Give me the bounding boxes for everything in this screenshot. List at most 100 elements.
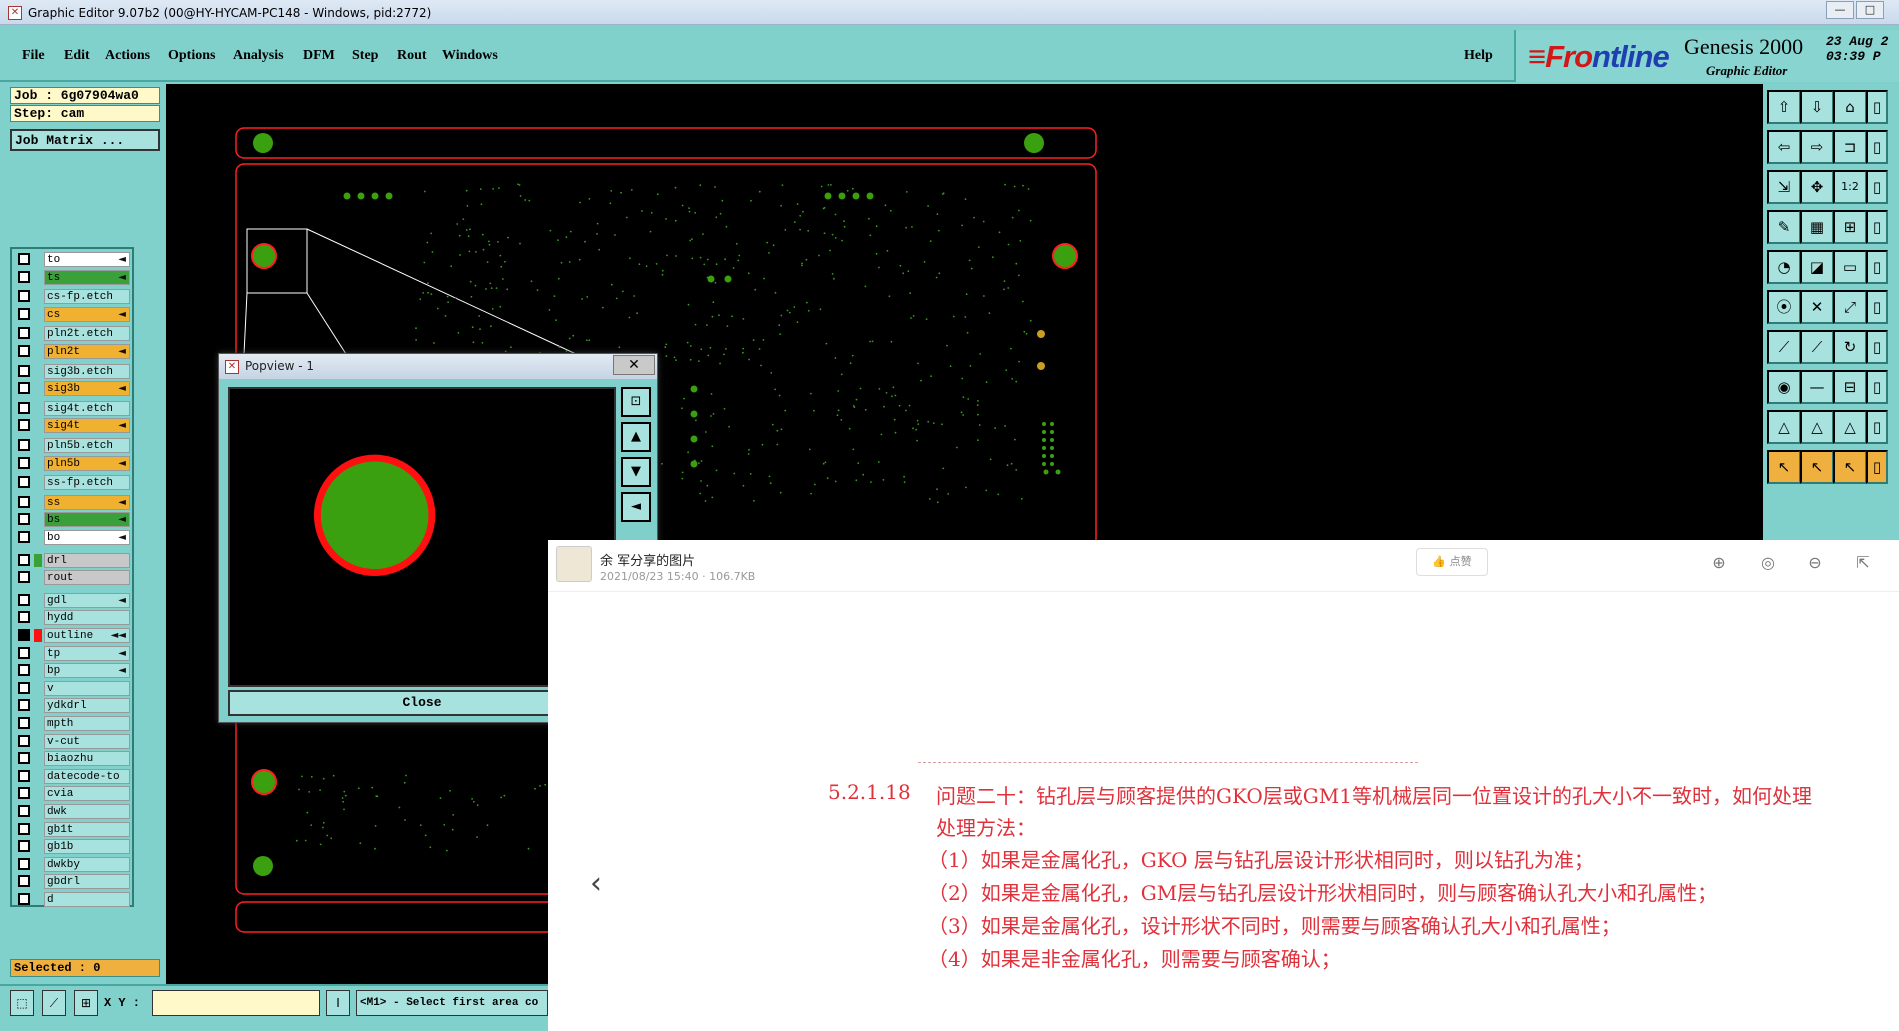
more-icon[interactable]: ▯: [1866, 410, 1888, 444]
select-box-icon[interactable]: ↖: [1800, 450, 1834, 484]
layer-row[interactable]: cs ◄: [15, 306, 133, 322]
layer-row[interactable]: cs-fp.etch: [15, 289, 133, 305]
more-icon[interactable]: ▯: [1866, 450, 1888, 484]
popview-close-icon[interactable]: ✕: [613, 355, 655, 375]
menu-edit[interactable]: Edit: [64, 48, 90, 64]
zoom-out-icon[interactable]: ⊖: [1804, 552, 1826, 574]
snap-icon[interactable]: ⊞: [1833, 210, 1867, 244]
more-icon[interactable]: ▯: [1866, 370, 1888, 404]
layer-checkbox[interactable]: [18, 593, 30, 606]
maximize-icon[interactable]: □: [1856, 1, 1884, 19]
layer-checkbox[interactable]: [18, 664, 30, 677]
layer-checkbox[interactable]: [18, 327, 30, 340]
triangle-icon[interactable]: △: [1767, 410, 1801, 444]
grid-icon[interactable]: ▦: [1800, 210, 1834, 244]
minimize-icon[interactable]: —: [1826, 1, 1854, 19]
layer-checkbox[interactable]: [18, 364, 30, 377]
pen-icon[interactable]: ✎: [1767, 210, 1801, 244]
pan-icon[interactable]: ✥: [1800, 170, 1834, 204]
flip-icon[interactable]: ◪: [1800, 250, 1834, 284]
layer-checkbox[interactable]: [18, 476, 30, 489]
layer-checkbox[interactable]: [18, 290, 30, 303]
layer-checkbox[interactable]: [18, 699, 30, 712]
delete-icon[interactable]: ✕: [1800, 290, 1834, 324]
triangle-icon[interactable]: △: [1800, 410, 1834, 444]
layer-checkbox[interactable]: [18, 439, 30, 451]
layer-row[interactable]: sig3b ◄: [15, 381, 133, 397]
pan-right-icon[interactable]: ⇨: [1800, 130, 1834, 164]
layer-row[interactable]: sig3b.etch: [15, 363, 133, 379]
layer-row[interactable]: ydkdrl: [15, 698, 133, 714]
more-icon[interactable]: ▯: [1866, 130, 1888, 164]
layer-checkbox[interactable]: [18, 401, 30, 414]
layer-row[interactable]: pln2t ◄: [15, 344, 133, 359]
layer-checkbox[interactable]: [18, 495, 30, 508]
layer-checkbox[interactable]: [18, 805, 30, 817]
layer-up-icon[interactable]: ⇧: [1767, 90, 1801, 124]
layer-row[interactable]: hydd: [15, 610, 133, 626]
layer-row[interactable]: gb1b: [15, 839, 133, 855]
layer-row[interactable]: bs ◄: [15, 512, 133, 528]
popview-pan-up-icon[interactable]: ▲: [621, 422, 651, 452]
layer-row[interactable]: cvia: [15, 786, 133, 802]
layer-row[interactable]: mpth: [15, 716, 133, 731]
avatar[interactable]: [556, 546, 592, 582]
more-icon[interactable]: ▯: [1866, 90, 1888, 124]
layer-checkbox[interactable]: [18, 646, 30, 659]
grid-icon[interactable]: ⊞: [74, 990, 98, 1016]
measure-icon[interactable]: ◔: [1767, 250, 1801, 284]
like-button[interactable]: 👍 点赞: [1416, 548, 1488, 576]
original-size-icon[interactable]: ◎: [1757, 552, 1779, 574]
layer-row[interactable]: biaozhu: [15, 751, 133, 767]
pan-left-icon[interactable]: ⇦: [1767, 130, 1801, 164]
layer-checkbox[interactable]: [18, 857, 30, 870]
pad-icon[interactable]: ◉: [1767, 370, 1801, 404]
layer-row[interactable]: sig4t ◄: [15, 418, 133, 434]
layer-checkbox[interactable]: [18, 553, 30, 566]
layer-row[interactable]: ts ◄: [15, 269, 133, 285]
popview-pan-down-icon[interactable]: ▼: [621, 457, 651, 487]
move-icon[interactable]: ⤢: [1833, 290, 1867, 324]
popview-pan-left-icon[interactable]: ◄: [621, 492, 651, 522]
fit-icon[interactable]: ⊐: [1833, 130, 1867, 164]
previous-image-icon[interactable]: ‹: [590, 866, 602, 901]
layer-row[interactable]: gbdrl: [15, 874, 133, 890]
home-icon[interactable]: ⌂: [1833, 90, 1867, 124]
layer-row[interactable]: d: [15, 892, 133, 907]
layer-checkbox[interactable]: [18, 611, 30, 624]
layer-row[interactable]: datecode-to: [15, 768, 133, 784]
layer-checkbox[interactable]: [18, 840, 30, 853]
layer-row[interactable]: bp ◄: [15, 663, 133, 679]
layer-checkbox[interactable]: [18, 513, 30, 526]
layer-down-icon[interactable]: ⇩: [1800, 90, 1834, 124]
layer-row[interactable]: pln5b.etch: [15, 438, 133, 453]
layer-checkbox[interactable]: [18, 752, 30, 765]
layer-row[interactable]: v: [15, 680, 133, 696]
more-icon[interactable]: ▯: [1866, 330, 1888, 364]
select-icon[interactable]: ↖: [1767, 450, 1801, 484]
menu-analysis[interactable]: Analysis: [233, 48, 284, 64]
net-icon[interactable]: ⦿: [1767, 290, 1801, 324]
layer-checkbox[interactable]: [18, 456, 30, 469]
triangle-icon[interactable]: △: [1833, 410, 1867, 444]
layer-row[interactable]: dwk: [15, 804, 133, 819]
dash-icon[interactable]: —: [1800, 370, 1834, 404]
layer-row[interactable]: v-cut: [15, 733, 133, 749]
layer-row[interactable]: tp ◄: [15, 645, 133, 661]
job-matrix-button[interactable]: Job Matrix ...: [10, 129, 160, 151]
menu-actions[interactable]: Actions: [105, 48, 150, 64]
layer-row[interactable]: drl: [15, 552, 133, 568]
layer-row[interactable]: sig4t.etch: [15, 400, 133, 416]
more-icon[interactable]: ▯: [1866, 290, 1888, 324]
layer-checkbox[interactable]: [18, 717, 30, 729]
layer-checkbox[interactable]: [18, 531, 30, 543]
layer-checkbox[interactable]: [18, 270, 30, 283]
share-icon[interactable]: ⇱: [1852, 552, 1874, 574]
ruler-icon[interactable]: ▭: [1833, 250, 1867, 284]
draw-line-icon[interactable]: ⟋: [42, 990, 66, 1016]
layer-checkbox[interactable]: [18, 629, 30, 641]
more-icon[interactable]: ▯: [1866, 210, 1888, 244]
menu-file[interactable]: File: [22, 48, 45, 64]
select-lasso-icon[interactable]: ↖: [1833, 450, 1867, 484]
scale-icon[interactable]: 1:2: [1833, 170, 1867, 204]
